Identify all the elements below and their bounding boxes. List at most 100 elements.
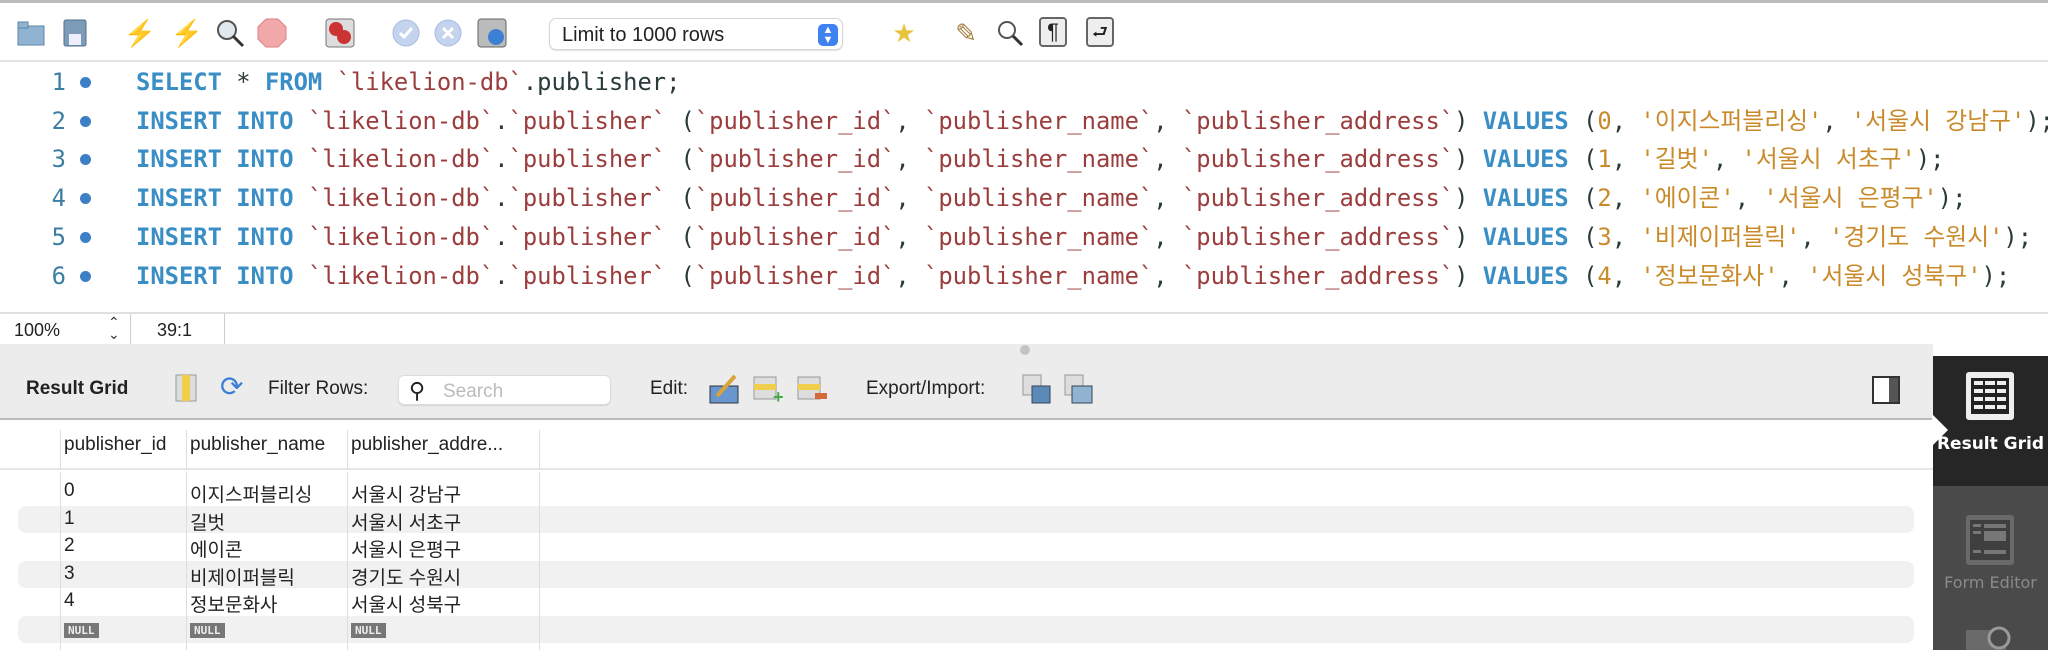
column-toggle-icon[interactable] — [175, 374, 205, 404]
sql-punctuation: , — [1611, 106, 1641, 135]
code-text: SELECT * FROM `likelion-db`.publisher; — [136, 63, 680, 101]
sql-punctuation: ); — [1915, 145, 1945, 174]
sql-punctuation: * — [221, 68, 265, 96]
code-line[interactable]: 1 SELECT * FROM `likelion-db`.publisher; — [0, 63, 2048, 101]
sql-punctuation: . — [494, 222, 509, 251]
save-icon[interactable] — [60, 17, 90, 49]
side-tab-form-editor[interactable]: Form Editor — [1933, 486, 2048, 616]
table-cell[interactable]: 1 — [64, 508, 75, 530]
sql-editor[interactable]: 1 SELECT * FROM `likelion-db`.publisher; 2… — [0, 62, 2048, 312]
refresh-icon[interactable]: ⟳ — [220, 370, 250, 402]
table-cell[interactable]: 2 — [64, 535, 75, 557]
null-cell[interactable]: NULL — [64, 618, 99, 640]
column-header[interactable]: publisher_name — [190, 434, 325, 456]
open-folder-icon[interactable] — [16, 17, 46, 49]
null-badge: NULL — [190, 623, 225, 638]
table-row[interactable]: 1 길벗 서울시 서초구 — [18, 505, 1914, 535]
sql-literal: '서울시 강남구' — [1850, 106, 2026, 135]
code-line[interactable]: 6 INSERT INTO `likelion-db`.`publisher` (… — [0, 257, 2048, 295]
invisible-chars-icon[interactable]: ¶ — [1039, 17, 1067, 47]
column-header[interactable]: publisher_addre... — [351, 434, 503, 456]
table-cell[interactable]: 서울시 서초구 — [351, 508, 461, 535]
zoom-level: 100% — [14, 320, 61, 340]
toggle-error-stop-icon[interactable] — [325, 17, 355, 49]
splitter-grip-icon[interactable] — [1020, 345, 1030, 355]
table-row[interactable]: 3 비제이퍼블릭 경기도 수원시 — [18, 560, 1914, 590]
sql-punctuation: ) — [1454, 184, 1483, 213]
sql-punctuation — [294, 145, 308, 173]
rollback-icon[interactable] — [433, 17, 463, 49]
explain-icon[interactable] — [215, 17, 245, 49]
find-icon[interactable] — [995, 17, 1025, 49]
null-cell[interactable]: NULL — [190, 618, 225, 640]
code-line[interactable]: 3 INSERT INTO `likelion-db`.`publisher` (… — [0, 140, 2048, 178]
sql-punctuation: , — [1800, 222, 1830, 251]
table-cell[interactable]: 서울시 은평구 — [351, 535, 461, 562]
form-editor-icon — [1966, 515, 2014, 565]
result-toolbar: Result Grid ⟳ Filter Rows: ⚲ Search Edit… — [0, 356, 1933, 420]
svg-text:+: + — [773, 387, 784, 404]
sql-literal: '정보문화사' — [1640, 261, 1779, 290]
statement-marker-icon — [80, 193, 91, 205]
add-row-icon[interactable]: + — [753, 374, 784, 407]
table-cell[interactable]: 길벗 — [190, 508, 225, 535]
table-cell[interactable]: 서울시 성북구 — [351, 590, 461, 617]
table-cell[interactable]: 정보문화사 — [190, 590, 277, 617]
sql-identifier: `publisher_address` — [1181, 145, 1455, 174]
table-cell[interactable]: 0 — [64, 480, 75, 502]
sql-punctuation — [322, 68, 336, 96]
sql-identifier: `publisher_name` — [924, 222, 1154, 251]
table-cell[interactable]: 서울시 강남구 — [351, 480, 461, 507]
code-line[interactable]: 5 INSERT INTO `likelion-db`.`publisher` (… — [0, 218, 2048, 256]
sql-identifier: `likelion-db` — [307, 145, 495, 174]
sql-keyword: INSERT INTO — [136, 184, 294, 213]
statement-marker-icon — [80, 231, 91, 243]
wrap-icon[interactable]: ⮐ — [1086, 17, 1114, 47]
line-number: 1 — [51, 68, 66, 96]
column-divider — [186, 472, 187, 650]
null-cell[interactable]: NULL — [351, 618, 386, 640]
delete-row-icon[interactable] — [797, 374, 827, 404]
beautify-icon[interactable]: ✎ — [951, 17, 981, 49]
field-types-icon[interactable] — [1965, 624, 2015, 650]
column-header[interactable]: publisher_id — [64, 434, 166, 456]
commit-icon[interactable] — [391, 17, 421, 49]
pane-splitter[interactable] — [0, 344, 1933, 356]
table-cell[interactable]: 3 — [64, 563, 75, 585]
statement-marker-icon — [80, 154, 91, 166]
table-row[interactable]: 0 이지스퍼블리싱 서울시 강남구 — [18, 478, 1914, 507]
sql-identifier: `publisher_id` — [694, 106, 896, 135]
sql-punctuation: , — [895, 261, 925, 290]
sql-identifier: `publisher_address` — [1181, 222, 1455, 251]
execute-icon[interactable]: ⚡ — [124, 17, 156, 49]
stop-icon[interactable] — [257, 17, 287, 49]
sql-punctuation: ( — [1568, 145, 1598, 174]
limit-rows-select[interactable]: Limit to 1000 rows ▲ ▼ — [549, 18, 843, 50]
filter-search-input[interactable]: ⚲ Search — [398, 375, 611, 405]
table-row[interactable]: NULL NULL NULL — [18, 616, 1914, 643]
import-icon[interactable] — [1064, 374, 1094, 404]
table-cell[interactable]: 4 — [64, 590, 75, 612]
edit-cell-icon[interactable] — [709, 374, 739, 404]
sql-literal: '서울시 서초구' — [1741, 145, 1916, 174]
execute-current-icon[interactable]: ⚡ — [171, 17, 203, 49]
sql-punctuation: , — [895, 222, 925, 251]
autocommit-icon[interactable] — [477, 17, 507, 49]
table-cell[interactable]: 에이콘 — [190, 535, 242, 562]
null-badge: NULL — [64, 623, 99, 638]
code-line[interactable]: 2 INSERT INTO `likelion-db`.`publisher` (… — [0, 102, 2048, 140]
table-cell[interactable]: 이지스퍼블리싱 — [190, 480, 312, 507]
code-line[interactable]: 4 INSERT INTO `likelion-db`.`publisher` (… — [0, 179, 2048, 217]
toggle-side-panel-icon[interactable] — [1872, 376, 1902, 406]
table-row[interactable]: 4 정보문화사 서울시 성북구 — [18, 588, 1914, 617]
table-row[interactable]: 2 에이콘 서울시 은평구 — [18, 533, 1914, 562]
table-cell[interactable]: 경기도 수원시 — [351, 563, 461, 590]
column-divider — [347, 430, 348, 470]
sql-punctuation: , — [1734, 184, 1764, 213]
add-snippet-icon[interactable]: ★ — [889, 17, 919, 49]
zoom-stepper-icon[interactable]: ⌃ ⌄ — [108, 315, 120, 341]
side-tab-result-grid[interactable]: Result Grid — [1933, 356, 2048, 486]
export-icon[interactable] — [1022, 374, 1052, 404]
table-cell[interactable]: 비제이퍼블릭 — [190, 563, 295, 590]
sql-keyword: VALUES — [1482, 106, 1569, 135]
